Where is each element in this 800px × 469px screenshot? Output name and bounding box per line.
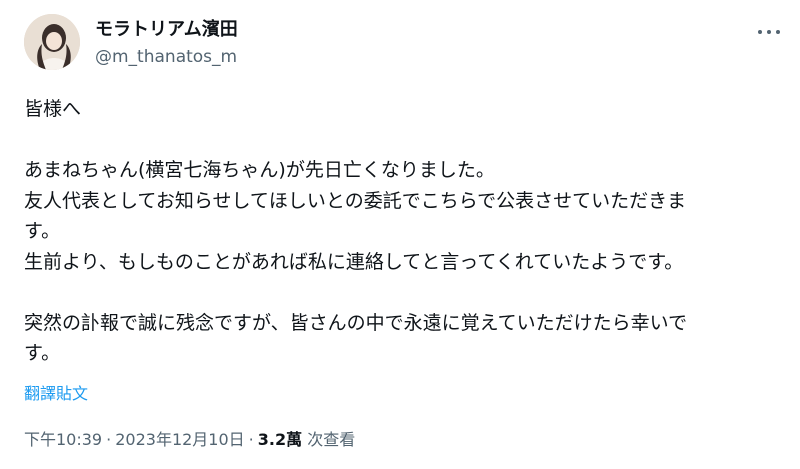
display-name[interactable]: モラトリアム濱田 bbox=[95, 18, 238, 42]
more-horizontal-icon[interactable] bbox=[758, 28, 780, 36]
post-date[interactable]: 2023年12月10日 bbox=[115, 430, 244, 449]
tweet-line bbox=[24, 277, 776, 308]
views-count: 3.2萬 bbox=[257, 430, 303, 449]
tweet-line: あまねちゃん(横宮七海ちゃん)が先日亡くなりました。 bbox=[24, 159, 495, 181]
translate-post-link[interactable]: 翻譯貼文 bbox=[24, 382, 88, 406]
tweet-line: 突然の訃報で誠に残念ですが、皆さんの中で永遠に覚えていただけたら幸いで bbox=[24, 311, 688, 334]
dot bbox=[767, 30, 771, 34]
separator: · bbox=[248, 430, 254, 449]
post-time[interactable]: 下午10:39 bbox=[24, 430, 102, 449]
dot bbox=[776, 30, 780, 34]
tweet-line: 生前より、もしものことがあれば私に連絡してと言ってくれていたようです。 bbox=[24, 250, 684, 273]
tweet-line: 皆様へ bbox=[24, 98, 82, 120]
tweet-text: 皆様へ あまねちゃん(横宮七海ちゃん)が先日亡くなりました。 友人代表としてお知… bbox=[24, 94, 776, 369]
views-label: 次查看 bbox=[307, 430, 356, 449]
tweet-line: 友人代表としてお知らせしてほしいとの委託でこちらで公表させていただきま bbox=[24, 189, 687, 212]
tweet-line: す。 bbox=[24, 342, 61, 364]
separator: · bbox=[106, 430, 112, 449]
avatar-image bbox=[24, 14, 80, 70]
user-handle[interactable]: @m_thanatos_m bbox=[95, 46, 237, 68]
dot bbox=[758, 30, 762, 34]
tweet-line bbox=[24, 125, 776, 156]
tweet-meta: 下午10:39 · 2023年12月10日 · 3.2萬 次查看 bbox=[24, 428, 355, 452]
tweet-card: モラトリアム濱田 @m_thanatos_m 皆様へ あまねちゃん(横宮七海ちゃ… bbox=[0, 0, 800, 469]
avatar[interactable] bbox=[24, 14, 80, 70]
tweet-line: す。 bbox=[24, 220, 61, 242]
